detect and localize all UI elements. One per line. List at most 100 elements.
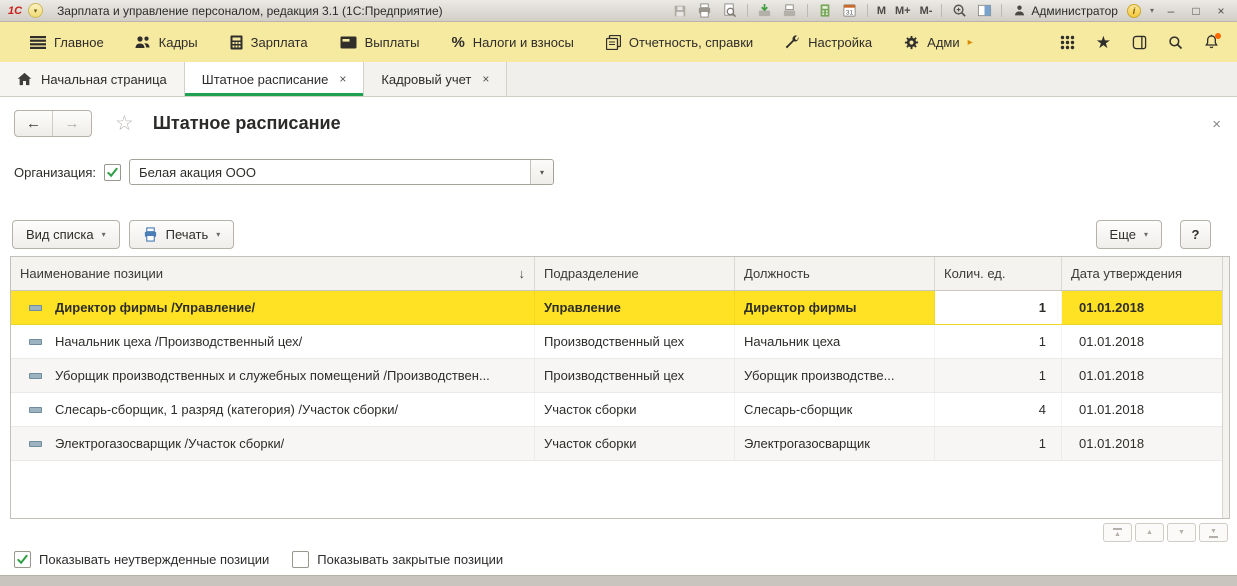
sort-descending-icon[interactable]: ↓	[519, 266, 526, 281]
organization-checkbox[interactable]	[104, 164, 121, 181]
titlebar-separator	[941, 4, 942, 17]
window-title: Зарплата и управление персоналом, редакц…	[57, 4, 443, 18]
help-button[interactable]: ?	[1180, 220, 1211, 249]
favorite-star-icon[interactable]: ☆	[115, 111, 134, 136]
cell-qty: 1	[935, 427, 1062, 460]
history-button[interactable]	[1132, 35, 1147, 50]
maximize-button[interactable]: □	[1188, 4, 1204, 18]
menu-item-administrirovanie[interactable]: Адми ▸	[888, 22, 989, 62]
system-menu-button[interactable]: ▾	[28, 3, 43, 18]
calendar-icon[interactable]: 31	[842, 3, 858, 19]
show-unapproved-label: Показывать неутвержденные позиции	[39, 552, 269, 567]
menu-item-nastroyka[interactable]: Настройка	[769, 22, 888, 62]
print-icon[interactable]	[697, 3, 713, 19]
window-close-button[interactable]: ×	[1213, 4, 1229, 18]
memory-m-minus-button[interactable]: M-	[920, 5, 933, 17]
view-list-button[interactable]: Вид списка ▾	[12, 220, 120, 249]
history-nav: ← →	[14, 110, 92, 137]
favorites-button[interactable]: ★	[1096, 34, 1111, 51]
minimize-button[interactable]: –	[1163, 4, 1179, 18]
table-row[interactable]: Электрогазосварщик /Участок сборки/ Учас…	[11, 427, 1222, 461]
staffing-form: × ← → ☆ Штатное расписание Организация: …	[0, 97, 1237, 576]
table-row[interactable]: Директор фирмы /Управление/ Управление Д…	[11, 291, 1222, 325]
column-header-date[interactable]: Дата утверждения	[1062, 257, 1222, 290]
show-closed-checkbox[interactable]	[292, 551, 309, 568]
command-bar: Вид списка ▾ Печать ▾ Еще ▾ ?	[0, 185, 1237, 249]
column-header-position[interactable]: Должность	[735, 257, 935, 290]
window-titlebar: 1С ▾ Зарплата и управление персоналом, р…	[0, 0, 1237, 22]
menu-item-nalogi[interactable]: % Налоги и взносы	[435, 22, 589, 62]
svg-text:31: 31	[846, 9, 854, 16]
menu-item-kadry[interactable]: Кадры	[118, 22, 214, 62]
column-header-department[interactable]: Подразделение	[535, 257, 735, 290]
printer-icon	[143, 227, 158, 242]
forward-button[interactable]: →	[53, 111, 91, 136]
row-marker-icon	[29, 407, 42, 413]
tab-kadrovy-uchet[interactable]: Кадровый учет ×	[364, 62, 507, 96]
titlebar-separator	[1001, 4, 1002, 17]
table-row[interactable]: Уборщик производственных и служебных пом…	[11, 359, 1222, 393]
table-row[interactable]: Начальник цеха /Производственный цех/ Пр…	[11, 325, 1222, 359]
chevron-down-icon: ▾	[1144, 230, 1148, 239]
more-button[interactable]: Еще ▾	[1096, 220, 1162, 249]
organization-combobox[interactable]: Белая акация ООО ▾	[129, 159, 554, 185]
back-button[interactable]: ←	[15, 111, 53, 136]
column-header-qty[interactable]: Колич. ед.	[935, 257, 1062, 290]
menu-item-otchetnost[interactable]: Отчетность, справки	[590, 22, 769, 62]
all-functions-button[interactable]	[1060, 35, 1075, 50]
scroll-top-button[interactable]: ▲	[1103, 523, 1132, 542]
info-caret-icon[interactable]: ▾	[1150, 6, 1154, 15]
menu-item-main[interactable]: Главное	[12, 22, 118, 62]
memory-m-plus-button[interactable]: M+	[895, 5, 911, 17]
user-icon	[1011, 3, 1027, 19]
menu-item-vyplaty[interactable]: Выплаты	[324, 22, 436, 62]
memory-m-button[interactable]: M	[877, 5, 886, 17]
menu-label: Отчетность, справки	[629, 35, 753, 50]
export-icon[interactable]	[782, 3, 798, 19]
save-icon[interactable]	[672, 3, 688, 19]
column-header-name[interactable]: Наименование позиции ↓	[11, 257, 535, 290]
row-marker-icon	[29, 305, 42, 311]
cell-date: 01.01.2018	[1062, 427, 1222, 460]
tab-close-icon[interactable]: ×	[482, 72, 489, 86]
vertical-scrollbar[interactable]	[1222, 257, 1229, 518]
scroll-down-button[interactable]: ▼	[1167, 523, 1196, 542]
tabbar-empty-space	[507, 62, 1237, 96]
search-icon[interactable]	[1168, 35, 1183, 50]
tab-close-icon[interactable]: ×	[339, 72, 346, 86]
titlebar-separator	[867, 4, 868, 17]
scroll-nav-buttons: ▲ ▲ ▼ ▼	[0, 519, 1237, 542]
notifications-button[interactable]	[1204, 34, 1219, 50]
page-header: ← → ☆ Штатное расписание	[0, 97, 1237, 137]
table-header: Наименование позиции ↓ Подразделение Дол…	[11, 257, 1222, 291]
scroll-bottom-button[interactable]: ▼	[1199, 523, 1228, 542]
show-unapproved-checkbox[interactable]	[14, 551, 31, 568]
print-button[interactable]: Печать ▾	[129, 220, 235, 249]
menu-item-zarplata[interactable]: Зарплата	[214, 22, 324, 62]
notification-dot	[1215, 33, 1221, 39]
info-button[interactable]: i	[1127, 4, 1141, 18]
wrench-icon	[785, 35, 800, 50]
organization-value[interactable]: Белая акация ООО	[130, 160, 530, 184]
cell-qty: 1	[935, 291, 1062, 324]
titlebar-separator	[747, 4, 748, 17]
form-close-button[interactable]: ×	[1212, 117, 1221, 132]
print-preview-icon[interactable]	[722, 3, 738, 19]
user-chip[interactable]: Администратор	[1011, 3, 1118, 19]
tab-bar: Начальная страница Штатное расписание × …	[0, 62, 1237, 97]
menu-label: Зарплата	[251, 35, 308, 50]
split-window-icon[interactable]	[976, 3, 992, 19]
combo-dropdown-button[interactable]: ▾	[530, 160, 553, 184]
scroll-up-button[interactable]: ▲	[1135, 523, 1164, 542]
zoom-icon[interactable]	[951, 3, 967, 19]
gear-icon	[904, 35, 919, 50]
user-name: Администратор	[1031, 4, 1118, 18]
calculator-icon[interactable]	[817, 3, 833, 19]
import-icon[interactable]	[757, 3, 773, 19]
tab-home[interactable]: Начальная страница	[0, 62, 185, 96]
tab-shtatnoe-raspisanie[interactable]: Штатное расписание ×	[185, 62, 365, 96]
home-icon	[17, 72, 32, 86]
menu-overflow-chevron-icon[interactable]: ▸	[968, 37, 973, 48]
table-row[interactable]: Слесарь-сборщик, 1 разряд (категория) /У…	[11, 393, 1222, 427]
report-icon	[606, 35, 621, 50]
